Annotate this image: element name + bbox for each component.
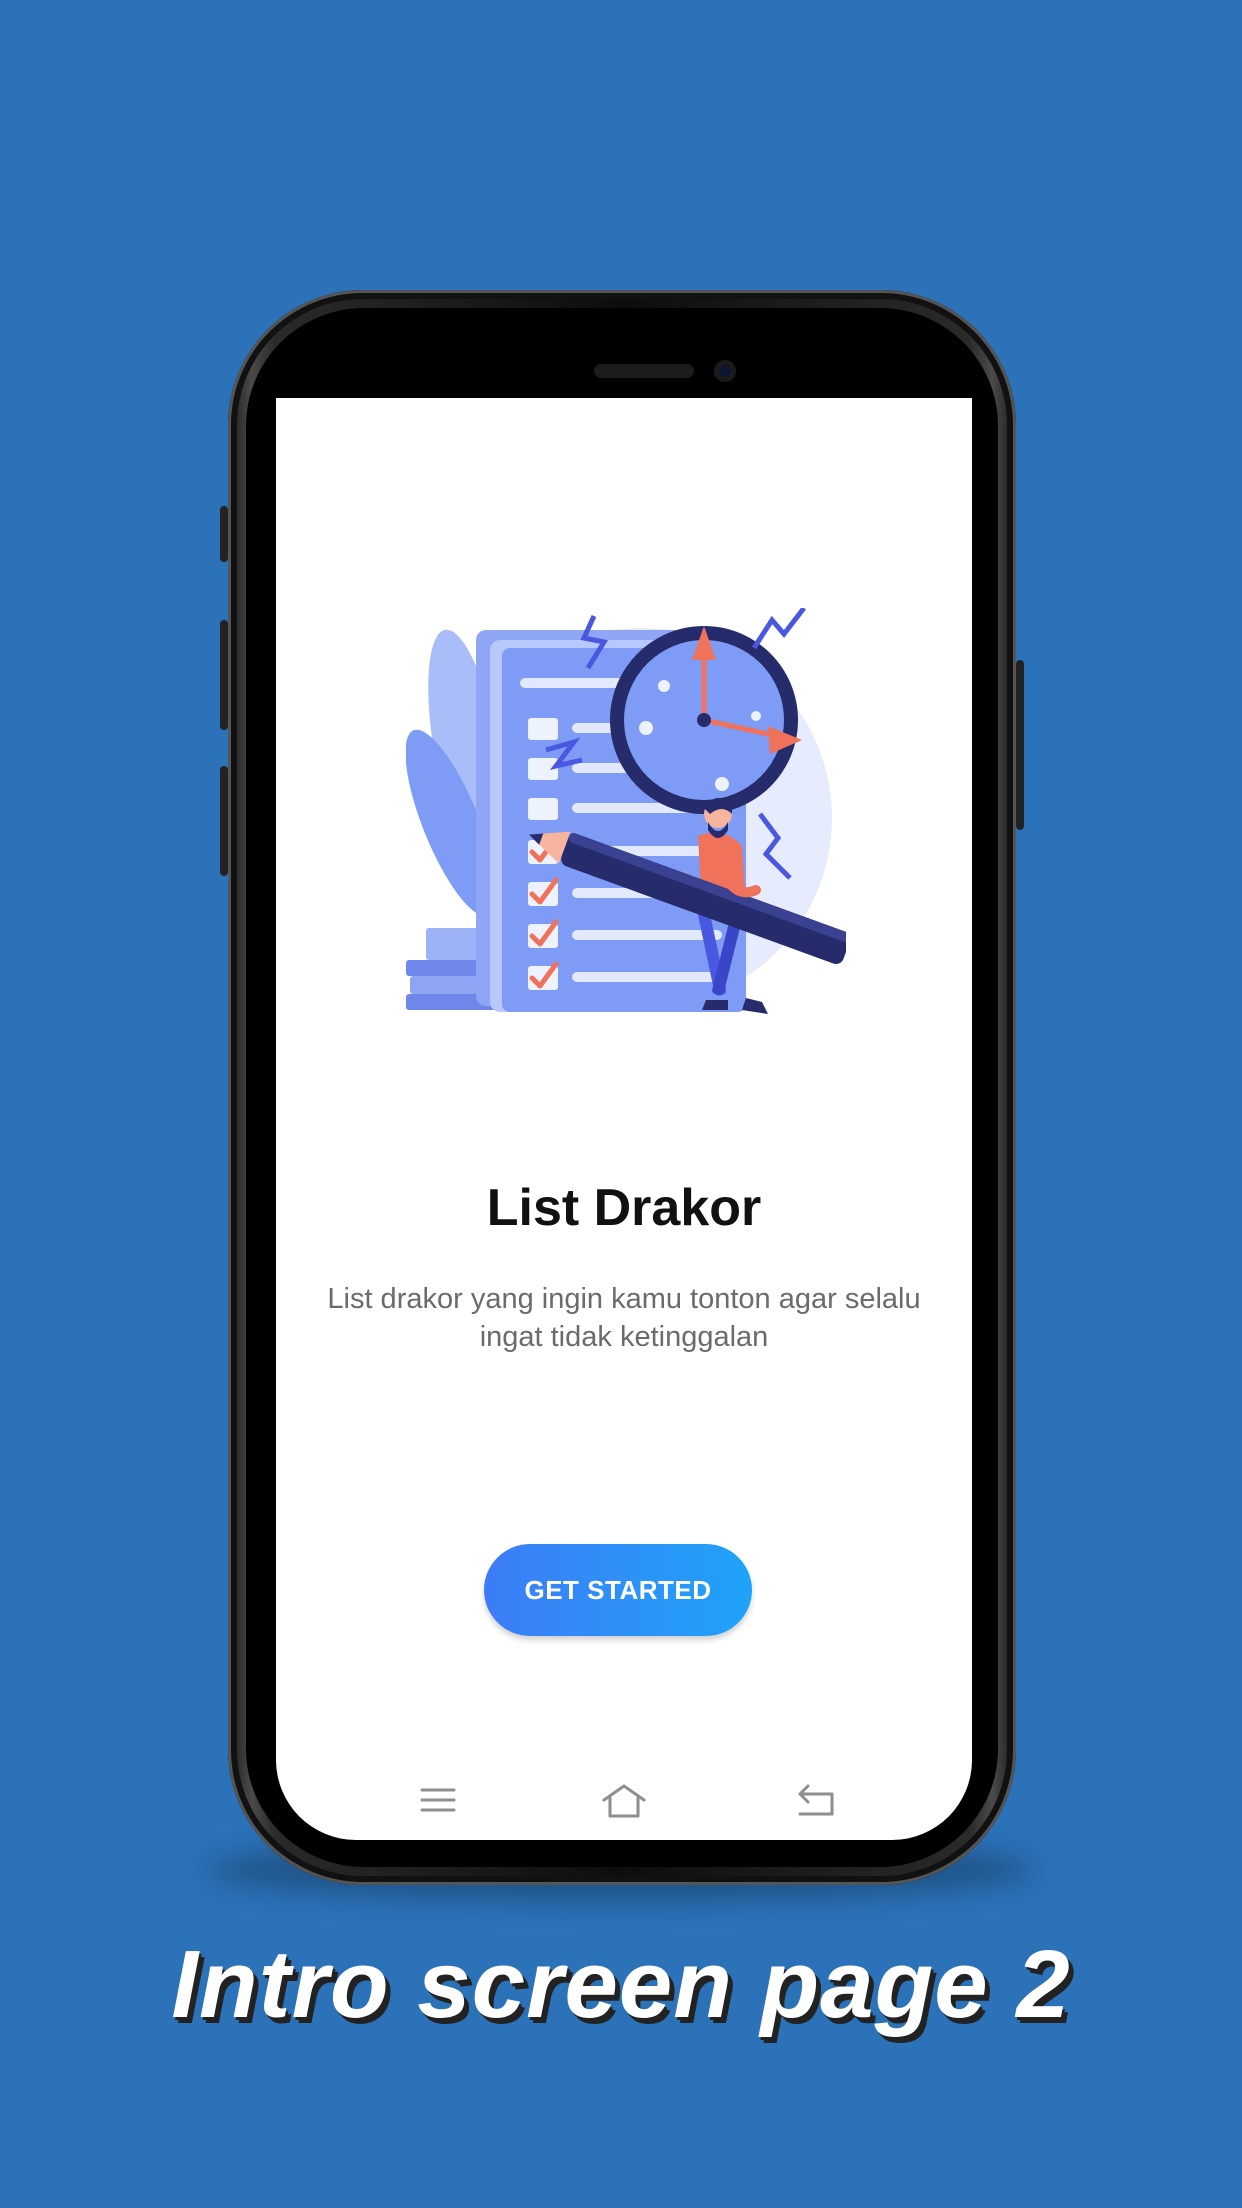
back-icon[interactable] (794, 1778, 838, 1822)
home-icon[interactable] (602, 1778, 646, 1822)
page-title: List Drakor (486, 1179, 762, 1237)
page-description: List drakor yang ingin kamu tonton agar … (327, 1283, 921, 1353)
speaker-grille (594, 364, 694, 378)
app-screen: List Drakor List drakor yang ingin kamu … (276, 398, 972, 1840)
phone-side-button (220, 506, 228, 562)
phone-mockup: List Drakor List drakor yang ingin kamu … (220, 290, 1024, 1885)
phone-volume-down-button (220, 766, 228, 876)
system-nav-bar (276, 1778, 972, 1822)
menu-icon[interactable] (416, 1778, 460, 1822)
get-started-button[interactable]: GET STARTED (484, 1544, 752, 1636)
front-camera (714, 360, 736, 382)
phone-power-button (1016, 660, 1024, 830)
checklist-clock-illustration (406, 608, 846, 1014)
phone-volume-up-button (220, 620, 228, 730)
caption-text: Intro screen page 2 (171, 1931, 1071, 2038)
